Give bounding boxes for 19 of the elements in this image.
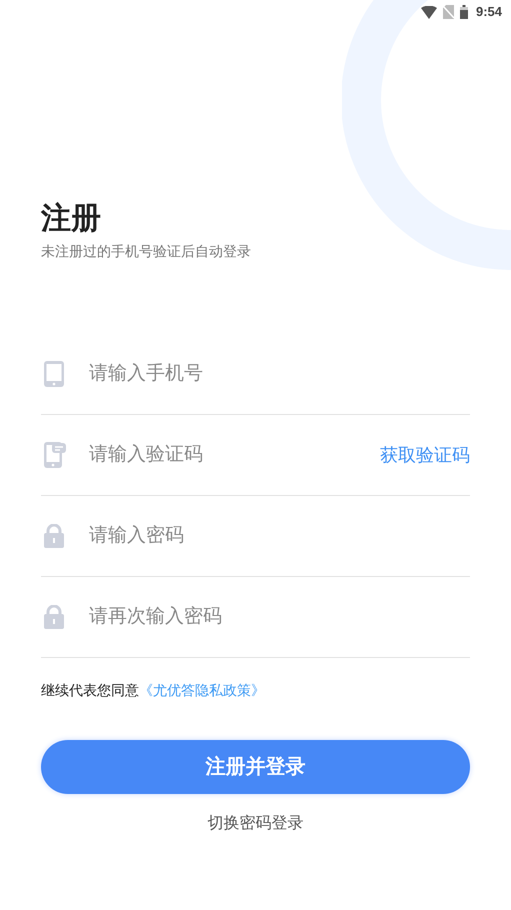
- phone-message-icon: [44, 442, 66, 468]
- phone-icon: [44, 361, 64, 387]
- switch-login-link[interactable]: 切换密码登录: [208, 812, 304, 836]
- status-time: 9:54: [476, 3, 502, 22]
- lock-icon: [44, 524, 64, 548]
- page-subtitle: 未注册过的手机号验证后自动登录: [41, 242, 252, 261]
- get-code-link[interactable]: 获取验证码: [380, 442, 470, 468]
- wifi-icon: [420, 6, 437, 18]
- no-sim-icon: [442, 5, 454, 19]
- input-field[interactable]: 请输入手机号: [89, 354, 470, 394]
- lock-icon: [44, 605, 64, 629]
- input-field[interactable]: 请输入密码: [89, 516, 470, 556]
- register-button[interactable]: 注册并登录: [41, 740, 470, 794]
- input-field[interactable]: 请输入验证码: [89, 435, 380, 475]
- page-title: 注册: [41, 201, 102, 237]
- privacy-policy-link[interactable]: 《尤优答隐私政策》: [139, 682, 265, 698]
- agreement-text: 继续代表您同意《尤优答隐私政策》: [41, 681, 266, 700]
- input-field[interactable]: 请再次输入密码: [89, 597, 470, 637]
- battery-icon: [460, 5, 468, 19]
